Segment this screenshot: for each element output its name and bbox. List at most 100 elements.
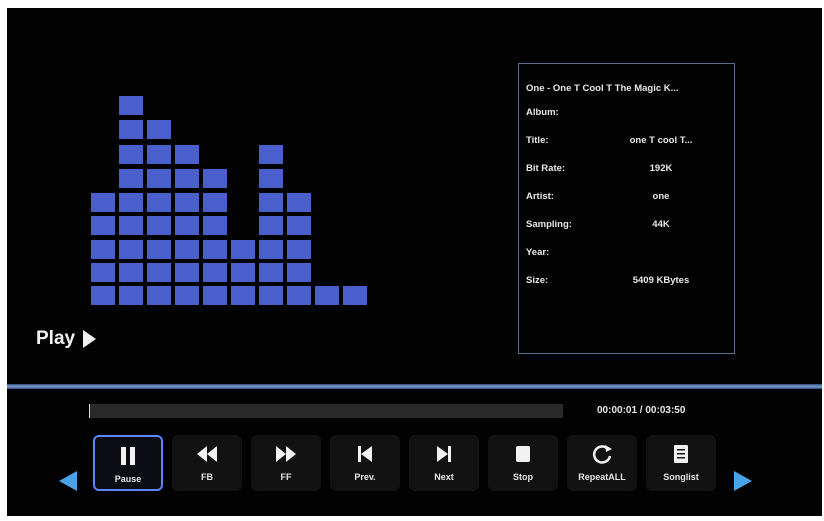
info-label: Album: (526, 107, 559, 118)
viz-block (119, 286, 143, 305)
play-icon (83, 330, 97, 348)
next-button[interactable]: Next (409, 435, 479, 491)
info-row-artist: Artist: one (526, 191, 731, 205)
next-label: Next (434, 472, 454, 482)
viz-block (147, 263, 171, 282)
songlist-label: Songlist (663, 472, 699, 482)
info-label: Size: (526, 275, 549, 286)
viz-block (287, 216, 311, 235)
stop-icon (516, 446, 530, 462)
stop-label: Stop (513, 472, 533, 482)
viz-block (147, 216, 171, 235)
fast-backward-icon (197, 446, 217, 462)
viz-block (91, 240, 115, 259)
viz-block (119, 169, 143, 188)
music-player-screen: Play One - One T Cool T The Magic K... A… (7, 8, 822, 516)
scroll-right-icon[interactable] (734, 471, 752, 491)
songlist-button[interactable]: Songlist (646, 435, 716, 491)
viz-block (287, 263, 311, 282)
viz-block (259, 286, 283, 305)
viz-block (287, 193, 311, 212)
info-value: 44K (652, 219, 670, 230)
viz-block (147, 145, 171, 164)
viz-block (147, 169, 171, 188)
previous-icon (358, 446, 372, 462)
info-row-bit-rate: Bit Rate: 192K (526, 163, 731, 177)
info-label: Year: (526, 247, 550, 258)
viz-block (175, 145, 199, 164)
viz-block (175, 169, 199, 188)
viz-block (175, 193, 199, 212)
pause-icon (121, 447, 135, 465)
viz-block (203, 169, 227, 188)
viz-block (203, 240, 227, 259)
viz-block (119, 216, 143, 235)
info-row-year: Year: (526, 247, 731, 261)
info-value: 192K (649, 163, 673, 174)
viz-block (203, 286, 227, 305)
viz-block (91, 216, 115, 235)
info-value: one T cool T... (629, 135, 693, 146)
repeat-all-button[interactable]: RepeatALL (567, 435, 637, 491)
fast-backward-button[interactable]: FB (172, 435, 242, 491)
viz-block (175, 240, 199, 259)
info-value: 5409 KBytes (632, 275, 690, 286)
info-row-size: Size: 5409 KBytes (526, 275, 731, 289)
info-label: Title: (526, 135, 549, 146)
viz-block (119, 120, 143, 139)
pause-label: Pause (114, 474, 142, 484)
spectrum-visualizer (7, 8, 427, 328)
viz-block (343, 286, 367, 305)
info-row-sampling: Sampling: 44K (526, 219, 731, 233)
viz-block (203, 193, 227, 212)
info-label: Bit Rate: (526, 163, 566, 174)
viz-block (175, 286, 199, 305)
stop-button[interactable]: Stop (488, 435, 558, 491)
info-row-album: Album: (526, 107, 731, 121)
viz-block (287, 286, 311, 305)
info-label: Sampling: (526, 219, 572, 230)
info-row-title: Title: one T cool T... (526, 135, 731, 149)
info-value: one (652, 191, 670, 202)
viz-block (259, 169, 283, 188)
viz-block (147, 286, 171, 305)
viz-block (259, 193, 283, 212)
viz-block (119, 240, 143, 259)
pause-button[interactable]: Pause (93, 435, 163, 491)
viz-block (119, 263, 143, 282)
previous-label: Prev. (354, 472, 376, 482)
fast-forward-icon (276, 446, 296, 462)
viz-block (147, 120, 171, 139)
viz-block (91, 193, 115, 212)
previous-button[interactable]: Prev. (330, 435, 400, 491)
playback-status: Play (36, 328, 97, 350)
fast-forward-button[interactable]: FF (251, 435, 321, 491)
viz-block (119, 193, 143, 212)
repeat-all-label: RepeatALL (578, 472, 626, 482)
viz-block (315, 286, 339, 305)
playback-status-label: Play (36, 328, 76, 349)
repeat-icon (592, 445, 612, 464)
progress-bar[interactable] (89, 404, 563, 418)
viz-block (175, 263, 199, 282)
time-readout: 00:00:01 / 00:03:50 (597, 405, 686, 416)
songlist-icon (674, 445, 688, 463)
viz-block (259, 263, 283, 282)
viz-block (175, 216, 199, 235)
viz-block (231, 286, 255, 305)
viz-block (287, 240, 311, 259)
viz-block (231, 240, 255, 259)
scroll-left-icon[interactable] (59, 471, 77, 491)
viz-block (203, 216, 227, 235)
viz-block (91, 286, 115, 305)
section-divider (7, 384, 822, 389)
viz-block (259, 240, 283, 259)
info-label: Artist: (526, 191, 554, 202)
viz-block (259, 216, 283, 235)
next-icon (437, 446, 451, 462)
viz-block (147, 193, 171, 212)
viz-block (259, 145, 283, 164)
fast-backward-label: FB (201, 472, 213, 482)
viz-block (231, 263, 255, 282)
fast-forward-label: FF (280, 472, 292, 482)
